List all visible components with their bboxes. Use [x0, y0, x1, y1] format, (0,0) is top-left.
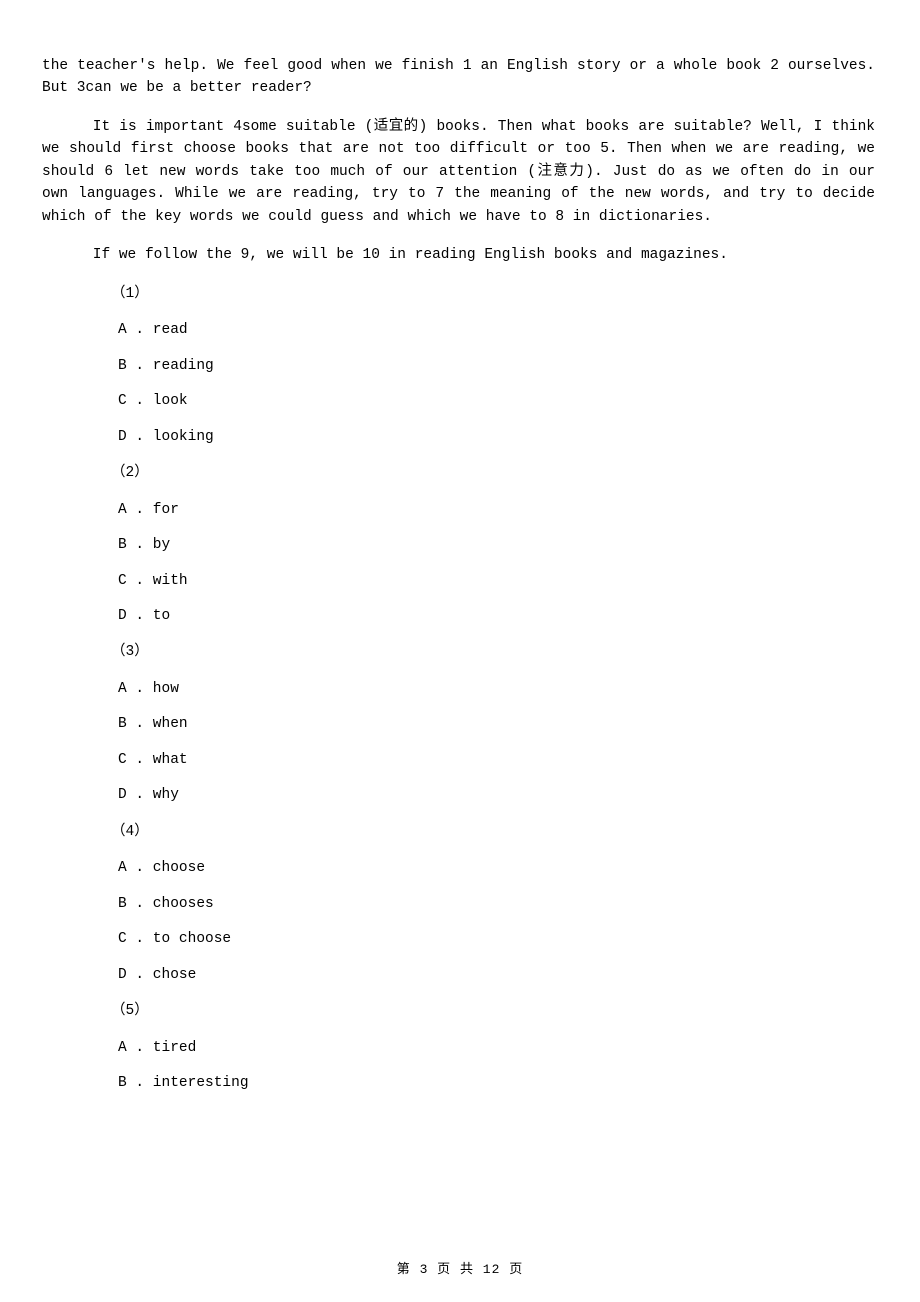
option-1b: B . reading	[118, 355, 875, 377]
option-1c: C . look	[118, 390, 875, 412]
option-4d: D . chose	[118, 964, 875, 986]
option-4b: B . chooses	[118, 893, 875, 915]
option-2a: A . for	[118, 499, 875, 521]
question-number-2: （2）	[111, 462, 875, 484]
option-5b: B . interesting	[118, 1072, 875, 1094]
question-number-4: （4）	[111, 821, 875, 843]
option-2b: B . by	[118, 534, 875, 556]
passage-paragraph-2: It is important 4some suitable (适宜的) boo…	[42, 116, 875, 228]
option-3d: D . why	[118, 784, 875, 806]
option-1d: D . looking	[118, 426, 875, 448]
option-2c: C . with	[118, 570, 875, 592]
option-4c: C . to choose	[118, 928, 875, 950]
passage-paragraph-1: the teacher's help. We feel good when we…	[42, 55, 875, 100]
option-3c: C . what	[118, 749, 875, 771]
option-3a: A . how	[118, 678, 875, 700]
option-3b: B . when	[118, 713, 875, 735]
passage-paragraph-3: If we follow the 9, we will be 10 in rea…	[42, 244, 875, 266]
page-footer: 第 3 页 共 12 页	[0, 1260, 920, 1280]
option-2d: D . to	[118, 605, 875, 627]
question-number-5: （5）	[111, 1000, 875, 1022]
option-5a: A . tired	[118, 1037, 875, 1059]
question-number-1: （1）	[111, 283, 875, 305]
question-number-3: （3）	[111, 641, 875, 663]
option-4a: A . choose	[118, 857, 875, 879]
option-1a: A . read	[118, 319, 875, 341]
